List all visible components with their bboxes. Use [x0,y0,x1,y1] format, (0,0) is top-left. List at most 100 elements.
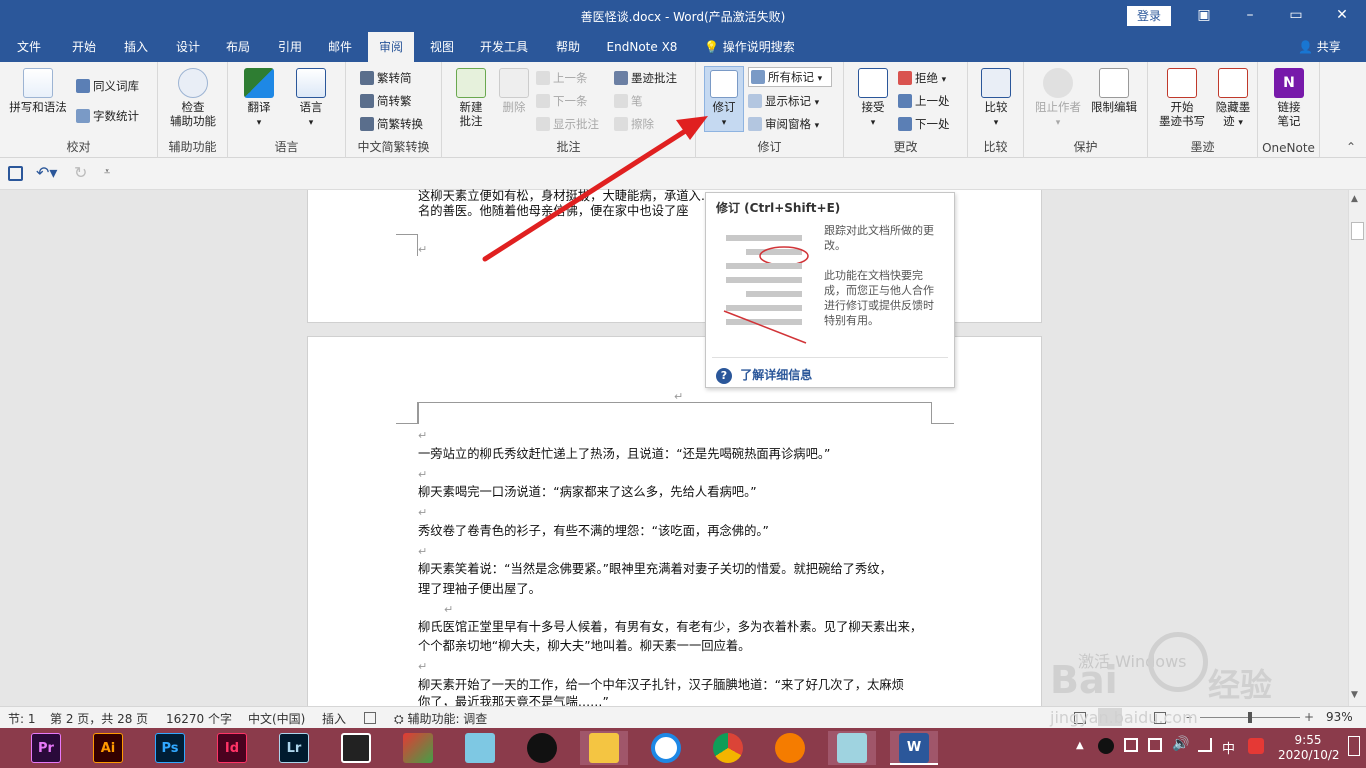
tab-endnote[interactable]: EndNote X8 [600,32,684,62]
translate-button[interactable]: 翻译 ▾ [234,68,284,130]
compare-button[interactable]: 比较 ▾ [974,68,1018,130]
erase-button[interactable]: 擦除 [614,114,654,134]
app-icon-1[interactable] [394,731,442,765]
wifi-icon[interactable] [1198,738,1212,752]
customize-qat-icon[interactable]: ⩡ [104,165,110,179]
sogou-icon[interactable] [1248,738,1264,754]
tray-network-icon[interactable] [1148,738,1162,752]
app-icon-2[interactable] [456,731,504,765]
tab-layout[interactable]: 布局 [216,32,260,62]
convert-chinese-button[interactable]: 简繁转换 [360,114,423,134]
ribbon-display-options-icon[interactable]: ▣ [1181,0,1227,32]
tray-qq-icon[interactable] [1098,738,1114,754]
undo-icon[interactable]: ↶▾ [36,163,57,182]
scroll-down-icon[interactable]: ▼ [1351,690,1358,700]
tab-references[interactable]: 引用 [268,32,312,62]
zoom-in-button[interactable]: + [1304,710,1314,724]
share-button[interactable]: 👤 共享 [1298,32,1341,62]
trad-to-simp-button[interactable]: 繁转简 [360,68,412,88]
insert-mode-indicator[interactable]: 插入 [322,710,346,727]
track-changes-button[interactable]: 修订 ▾ [704,66,744,132]
video-editor-app[interactable] [332,731,380,765]
pen-button[interactable]: 笔 [614,91,643,111]
tab-view[interactable]: 视图 [420,32,464,62]
restrict-editing-button[interactable]: 限制编辑 [1086,68,1142,114]
word-count-indicator[interactable]: 16270 个字 [166,710,232,727]
vertical-scrollbar[interactable]: ▲ ▼ [1348,190,1366,706]
ime-indicator[interactable]: 中 [1222,738,1235,757]
restore-button[interactable]: ▭ [1273,0,1319,32]
scroll-up-icon[interactable]: ▲ [1351,194,1358,204]
previous-comment-button[interactable]: 上一条 [536,68,588,88]
spelling-grammar-button[interactable]: 拼写和语法 [6,68,70,114]
baidu-jingyan-text: 经验 [1208,666,1273,704]
thesaurus-button[interactable]: 同义词库 [76,76,139,96]
lightroom-app[interactable]: Lr [270,731,318,765]
section-indicator[interactable]: 节: 1 [8,710,36,727]
next-comment-button[interactable]: 下一条 [536,91,588,111]
collapse-ribbon-icon[interactable]: ⌃ [1346,140,1356,154]
photoshop-app[interactable]: Ps [146,731,194,765]
accept-button[interactable]: 接受 ▾ [852,68,894,130]
tab-developer[interactable]: 开发工具 [472,32,536,62]
tab-insert[interactable]: 插入 [114,32,158,62]
tell-me-search[interactable]: 💡 操作说明搜索 [704,32,795,62]
close-button[interactable]: ✕ [1319,0,1365,32]
reviewing-pane-button[interactable]: 审阅窗格 ▾ [748,114,819,134]
previous-change-button[interactable]: 上一处 [898,91,950,111]
tab-file[interactable]: 文件 [8,32,50,62]
minimize-button[interactable]: – [1227,0,1273,32]
film-icon [341,733,371,763]
check-accessibility-button[interactable]: 检查 辅助功能 [162,68,224,128]
file-explorer-app[interactable] [580,731,628,765]
tab-design[interactable]: 设计 [166,32,210,62]
tray-app-icon[interactable] [1124,738,1138,752]
show-markup-button[interactable]: 显示标记 ▾ [748,91,819,111]
accessibility-status[interactable]: ⛭ 辅助功能: 调查 [394,710,487,727]
markup-select[interactable]: 所有标记 ▾ [748,67,832,87]
volume-icon[interactable]: 🔊 [1172,736,1189,752]
app-icon-4[interactable] [828,731,876,765]
qq-app[interactable] [518,731,566,765]
redo-icon[interactable]: ↻ [74,163,87,182]
reject-icon [898,71,912,85]
premiere-app[interactable]: Pr [22,731,70,765]
page-indicator[interactable]: 第 2 页，共 28 页 [50,710,148,727]
tab-home[interactable]: 开始 [62,32,106,62]
language-indicator[interactable]: 中文(中国) [248,710,305,727]
block-authors-button[interactable]: 阻止作者 ▾ [1032,68,1084,130]
word-app[interactable]: W [890,731,938,765]
learn-more-link[interactable]: ? 了解详细信息 [716,366,812,384]
tray-overflow-icon[interactable]: ▲ [1076,740,1084,751]
show-comments-button[interactable]: 显示批注 [536,114,599,134]
illustrator-app[interactable]: Ai [84,731,132,765]
macro-record-icon[interactable] [364,712,376,724]
clock[interactable]: 9:55 2020/10/2 [1278,733,1340,763]
word-count-button[interactable]: 字数统计 [76,106,139,126]
scrollbar-thumb[interactable] [1351,222,1364,240]
browser-app-1[interactable] [642,731,690,765]
zoom-level[interactable]: 93% [1326,710,1353,724]
ink-comment-button[interactable]: 墨迹批注 [614,68,677,88]
linked-notes-button[interactable]: N 链接 笔记 [1264,68,1314,128]
chrome-app[interactable] [704,731,752,765]
tab-review[interactable]: 审阅 [368,32,414,62]
login-button[interactable]: 登录 [1127,6,1171,26]
simp-to-trad-button[interactable]: 简转繁 [360,91,412,111]
indesign-app[interactable]: Id [208,731,256,765]
app-icon-3[interactable] [766,731,814,765]
new-comment-button[interactable]: 新建 批注 [448,68,494,128]
delete-comment-button[interactable]: 删除 [494,68,534,114]
tab-help[interactable]: 帮助 [546,32,590,62]
reject-button[interactable]: 拒绝 ▾ [898,68,946,88]
start-inking-button[interactable]: 开始 墨迹书写 [1154,68,1210,128]
hide-ink-button[interactable]: 隐藏墨 迹 ▾ [1210,68,1256,130]
group-label-onenote: OneNote [1262,141,1315,155]
zoom-slider-thumb[interactable] [1248,712,1252,723]
tab-mailings[interactable]: 邮件 [318,32,362,62]
body-paragraph: 个个都亲切地“柳大夫，柳大夫”地叫着。柳天素一一回应着。 [418,639,751,653]
notifications-icon[interactable] [1348,736,1360,756]
save-icon[interactable] [8,166,23,181]
language-button[interactable]: 语言 ▾ [286,68,336,130]
next-change-button[interactable]: 下一处 [898,114,950,134]
